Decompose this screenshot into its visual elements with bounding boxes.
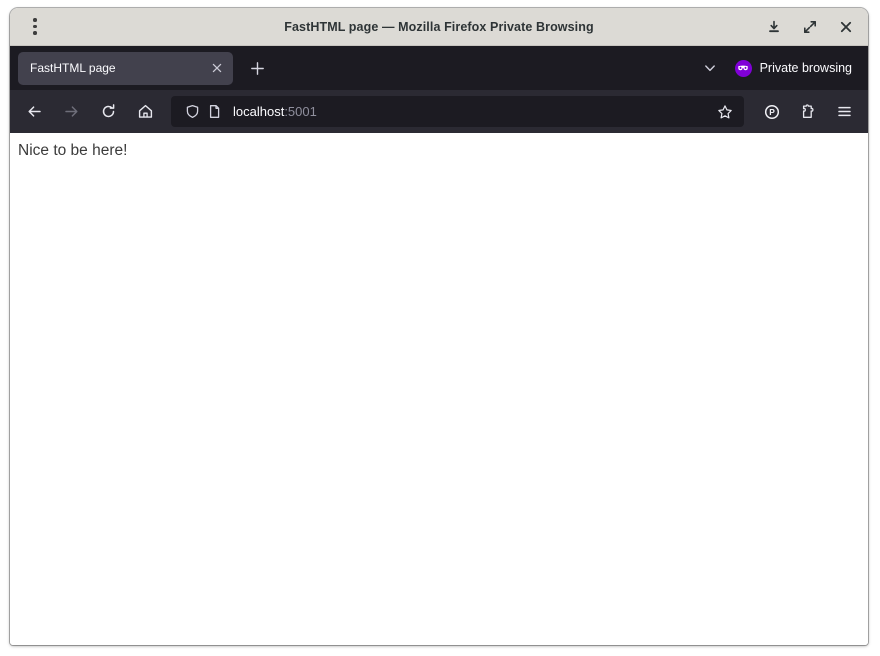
extensions-puzzle-icon[interactable] [792,96,824,128]
url-host: localhost [233,104,285,119]
forward-arrow-icon [55,96,87,128]
account-p-icon[interactable]: P [756,96,788,128]
download-arrow-icon[interactable] [760,13,788,41]
kebab-dot [33,18,37,22]
window-controls [760,8,860,45]
tracking-protection-shield-icon[interactable] [181,101,203,123]
tab-strip: FastHTML page Private browsing [10,46,868,90]
reload-icon[interactable] [92,96,124,128]
tab-fasthtml-page[interactable]: FastHTML page [18,51,233,85]
new-tab-icon[interactable] [242,53,272,83]
maximize-icon[interactable] [796,13,824,41]
home-icon[interactable] [129,96,161,128]
svg-text:P: P [769,107,775,117]
toolbar-buttons: P [756,96,860,128]
private-browsing-mask-icon [734,59,752,77]
back-arrow-icon[interactable] [18,96,50,128]
private-browsing-label: Private browsing [759,61,852,75]
page-body-text: Nice to be here! [18,142,128,159]
close-tab-icon[interactable] [205,56,229,80]
tab-title: FastHTML page [30,61,116,75]
url-bar[interactable]: localhost:5001 [171,96,744,127]
tab-strip-controls: Private browsing [695,46,860,90]
url-port: :5001 [284,104,317,119]
application-menu-icon[interactable] [828,96,860,128]
kebab-dot [33,31,37,35]
close-icon[interactable] [832,13,860,41]
kebab-dot [33,24,37,29]
url-text: localhost:5001 [233,104,710,119]
navigation-toolbar: localhost:5001 P [10,90,868,133]
window-title: FastHTML page — Mozilla Firefox Private … [284,19,594,34]
page-content: Nice to be here! [10,133,868,645]
bookmark-star-icon[interactable] [710,98,740,126]
kebab-menu-icon[interactable] [22,8,48,45]
title-bar: FastHTML page — Mozilla Firefox Private … [10,8,868,46]
page-document-icon[interactable] [203,101,225,123]
browser-window: FastHTML page — Mozilla Firefox Private … [10,8,868,645]
private-browsing-indicator[interactable]: Private browsing [729,53,860,83]
chevron-down-icon[interactable] [695,53,725,83]
